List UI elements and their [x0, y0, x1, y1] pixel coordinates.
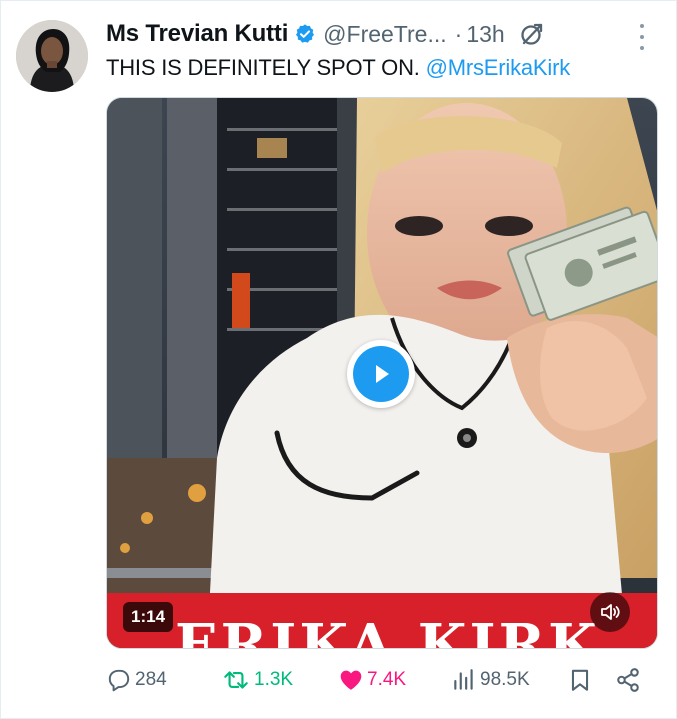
volume-icon[interactable] — [590, 592, 630, 632]
heart-icon — [340, 670, 362, 690]
video-duration: 1:14 — [123, 602, 174, 632]
share-icon — [617, 668, 639, 692]
video-banner-text: ERIKA KIRK — [175, 612, 600, 649]
author-handle[interactable]: @FreeTre... — [323, 21, 446, 48]
bookmark-icon — [571, 669, 589, 691]
views-icon — [454, 669, 473, 690]
separator-dot: · — [454, 20, 463, 47]
action-bar: 284 1.3K 7.4K 98.5K — [106, 664, 646, 696]
verified-badge-icon — [294, 23, 316, 45]
reply-button[interactable]: 284 — [106, 664, 167, 696]
bookmark-button[interactable] — [567, 664, 593, 696]
repost-count: 1.3K — [254, 669, 294, 690]
timestamp[interactable]: 13h — [466, 21, 504, 48]
views-count: 98.5K — [480, 669, 530, 690]
play-button[interactable] — [347, 340, 415, 408]
reply-icon — [108, 669, 130, 692]
share-button[interactable] — [615, 664, 641, 696]
like-count: 7.4K — [367, 669, 407, 690]
author-name[interactable]: Ms Trevian Kutti — [106, 20, 288, 48]
like-button[interactable]: 7.4K — [338, 664, 406, 696]
repost-button[interactable]: 1.3K — [221, 664, 293, 696]
tweet-body: THIS IS DEFINITELY SPOT ON. — [106, 55, 420, 80]
grok-icon[interactable] — [519, 21, 545, 47]
reply-count: 284 — [135, 669, 167, 690]
video-player[interactable]: ERIKA KIRK 1:14 — [106, 97, 658, 649]
more-icon[interactable] — [637, 24, 647, 50]
repost-icon — [224, 671, 248, 689]
play-icon — [376, 365, 389, 383]
avatar[interactable] — [16, 20, 88, 92]
mention-link[interactable]: @MrsErikaKirk — [426, 55, 571, 80]
views-button[interactable]: 98.5K — [451, 664, 530, 696]
tweet-text: THIS IS DEFINITELY SPOT ON. @MrsErikaKir… — [106, 55, 570, 81]
tweet-header: Ms Trevian Kutti @FreeTre... · 13h — [106, 18, 545, 50]
